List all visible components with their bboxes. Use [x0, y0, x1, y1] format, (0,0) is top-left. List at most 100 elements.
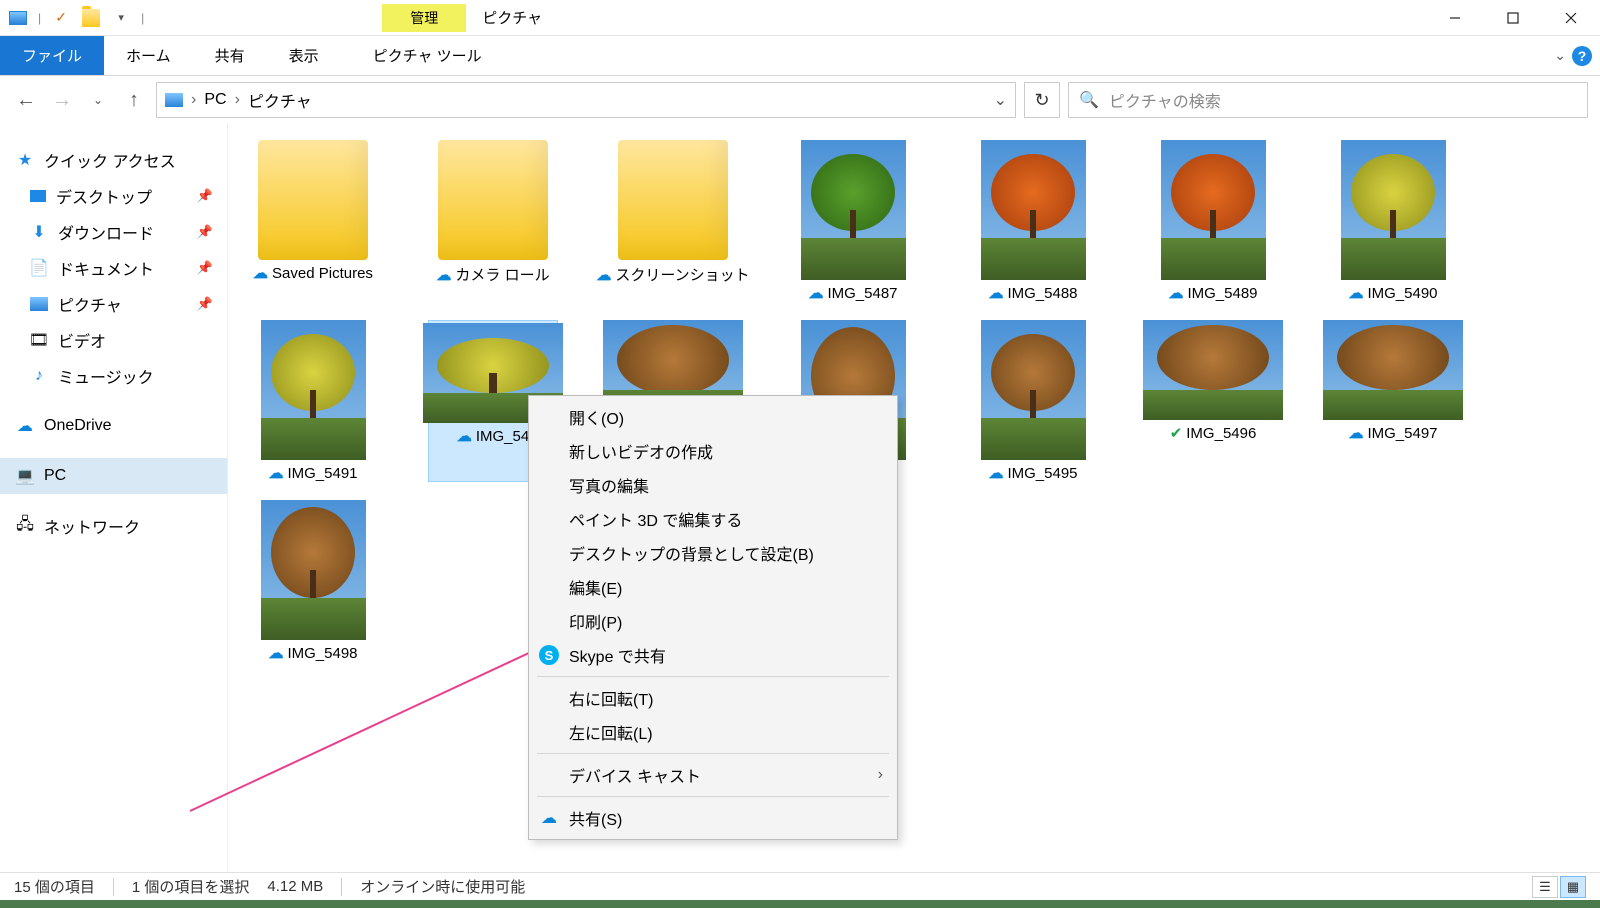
folder-saved-pictures[interactable]: ☁Saved Pictures — [248, 140, 378, 302]
ctx-label: 共有(S) — [569, 806, 622, 830]
folder-screenshots[interactable]: ☁スクリーンショット — [608, 140, 738, 302]
sidebar-label: ネットワーク — [44, 514, 140, 538]
tab-home[interactable]: ホーム — [104, 36, 193, 75]
ctx-print[interactable]: 印刷(P) — [529, 604, 897, 638]
properties-icon[interactable]: ✓ — [47, 4, 75, 32]
folder-icon[interactable] — [77, 4, 105, 32]
item-label: Saved Pictures — [272, 265, 373, 282]
sidebar-label: ダウンロード — [58, 220, 154, 244]
ctx-open[interactable]: 開く(O) — [529, 400, 897, 434]
ctx-skype-share[interactable]: SSkype で共有 — [529, 638, 897, 672]
item-label: IMG_5490 — [1367, 285, 1437, 302]
item-label: IMG_5496 — [1186, 425, 1256, 442]
title-bar: | ✓ ▾ | 管理 ピクチャ — [0, 0, 1600, 36]
image-5495[interactable]: ☁IMG_5495 — [968, 320, 1098, 482]
search-placeholder: ピクチャの検索 — [1109, 88, 1221, 112]
ctx-share[interactable]: ☁共有(S) — [529, 801, 897, 835]
image-5489[interactable]: ☁IMG_5489 — [1148, 140, 1278, 302]
ctx-rotate-left[interactable]: 左に回転(L) — [529, 715, 897, 749]
content-pane[interactable]: ☁Saved Pictures ☁カメラ ロール ☁スクリーンショット ☁IMG… — [228, 124, 1600, 872]
document-icon: 📄 — [30, 259, 48, 277]
ctx-label: 写真の編集 — [569, 473, 649, 497]
ctx-edit[interactable]: 編集(E) — [529, 570, 897, 604]
sidebar-label: ミュージック — [58, 364, 154, 388]
status-selected: 1 個の項目を選択 — [132, 876, 250, 897]
search-box[interactable]: 🔍 ピクチャの検索 — [1068, 82, 1588, 118]
image-5498[interactable]: ☁IMG_5498 — [248, 500, 378, 662]
tab-picture-tools[interactable]: ピクチャ ツール — [351, 36, 504, 75]
up-button[interactable]: ↑ — [120, 86, 148, 114]
pin-icon: 📌 — [197, 260, 213, 276]
ctx-new-video[interactable]: 新しいビデオの作成 — [529, 434, 897, 468]
breadcrumb-pictures[interactable]: ピクチャ — [248, 88, 312, 112]
maximize-button[interactable] — [1484, 0, 1542, 36]
close-button[interactable] — [1542, 0, 1600, 36]
forward-button[interactable]: → — [48, 86, 76, 114]
address-dropdown[interactable]: ⌄ — [994, 90, 1007, 110]
sidebar-label: ビデオ — [58, 328, 106, 352]
sidebar-pictures[interactable]: ピクチャ📌 — [0, 286, 227, 322]
items-grid: ☁Saved Pictures ☁カメラ ロール ☁スクリーンショット ☁IMG… — [248, 140, 1580, 662]
status-divider — [341, 878, 342, 896]
folder-camera-roll[interactable]: ☁カメラ ロール — [428, 140, 558, 302]
sidebar-network[interactable]: 🖧ネットワーク — [0, 508, 227, 544]
image-5491[interactable]: ☁IMG_5491 — [248, 320, 378, 482]
sidebar-quick-access[interactable]: ★クイック アクセス — [0, 142, 227, 178]
sidebar-downloads[interactable]: ⬇ダウンロード📌 — [0, 214, 227, 250]
quick-access-toolbar: | ✓ ▾ | — [0, 4, 152, 32]
star-icon: ★ — [16, 151, 34, 169]
sidebar-music[interactable]: ♪ミュージック — [0, 358, 227, 394]
navigation-bar: ← → ⌄ ↑ › PC › ピクチャ ⌄ ↻ 🔍 ピクチャの検索 — [0, 76, 1600, 124]
help-icon[interactable]: ? — [1572, 46, 1592, 66]
status-size: 4.12 MB — [267, 878, 323, 895]
ctx-set-background[interactable]: デスクトップの背景として設定(B) — [529, 536, 897, 570]
app-icon[interactable] — [4, 4, 32, 32]
image-5487[interactable]: ☁IMG_5487 — [788, 140, 918, 302]
ctx-label: 編集(E) — [569, 575, 622, 599]
sidebar-desktop[interactable]: デスクトップ📌 — [0, 178, 227, 214]
minimize-button[interactable] — [1426, 0, 1484, 36]
tab-share[interactable]: 共有 — [193, 36, 267, 75]
cloud-icon: ☁ — [253, 264, 268, 282]
address-bar[interactable]: › PC › ピクチャ ⌄ — [156, 82, 1016, 118]
breadcrumb-pc[interactable]: PC — [204, 91, 226, 109]
tab-file[interactable]: ファイル — [0, 36, 104, 75]
image-5497[interactable]: ☁IMG_5497 — [1328, 320, 1458, 482]
recent-dropdown[interactable]: ⌄ — [84, 86, 112, 114]
qat-divider-2: | — [137, 11, 148, 25]
image-5496[interactable]: ✔IMG_5496 — [1148, 320, 1278, 482]
cloud-icon: ☁ — [16, 417, 34, 435]
tab-view[interactable]: 表示 — [267, 36, 341, 75]
ctx-separator — [537, 796, 889, 797]
image-5488[interactable]: ☁IMG_5488 — [968, 140, 1098, 302]
ctx-rotate-right[interactable]: 右に回転(T) — [529, 681, 897, 715]
ctx-paint-3d[interactable]: ペイント 3D で編集する — [529, 502, 897, 536]
image-5490[interactable]: ☁IMG_5490 — [1328, 140, 1458, 302]
item-label: IMG_5498 — [287, 645, 357, 662]
ctx-label: デスクトップの背景として設定(B) — [569, 541, 814, 565]
item-label: IMG_5487 — [827, 285, 897, 302]
status-online: オンライン時に使用可能 — [360, 876, 525, 897]
ctx-label: Skype で共有 — [569, 643, 666, 667]
window-controls — [1426, 0, 1600, 36]
view-buttons: ☰ ▦ — [1532, 876, 1586, 898]
item-label: IMG_5491 — [287, 465, 357, 482]
ctx-edit-photo[interactable]: 写真の編集 — [529, 468, 897, 502]
item-label: IMG_5489 — [1187, 285, 1257, 302]
window-title: ピクチャ — [482, 7, 542, 28]
sidebar-onedrive[interactable]: ☁OneDrive — [0, 408, 227, 444]
sidebar-videos[interactable]: 🎞 ビデオ — [0, 322, 227, 358]
sidebar-documents[interactable]: 📄ドキュメント📌 — [0, 250, 227, 286]
view-details-button[interactable]: ☰ — [1532, 876, 1558, 898]
ctx-label: 開く(O) — [569, 405, 624, 429]
cloud-icon: ☁ — [596, 266, 611, 284]
back-button[interactable]: ← — [12, 86, 40, 114]
ctx-device-cast[interactable]: デバイス キャスト› — [529, 758, 897, 792]
qat-dropdown[interactable]: ▾ — [107, 4, 135, 32]
video-icon: 🎞 — [30, 331, 48, 349]
check-icon: ✔ — [1170, 424, 1183, 442]
refresh-button[interactable]: ↻ — [1024, 82, 1060, 118]
view-thumbnails-button[interactable]: ▦ — [1560, 876, 1586, 898]
ribbon-expand-button[interactable]: ⌄ — [1554, 47, 1566, 64]
sidebar-pc[interactable]: 💻PC — [0, 458, 227, 494]
